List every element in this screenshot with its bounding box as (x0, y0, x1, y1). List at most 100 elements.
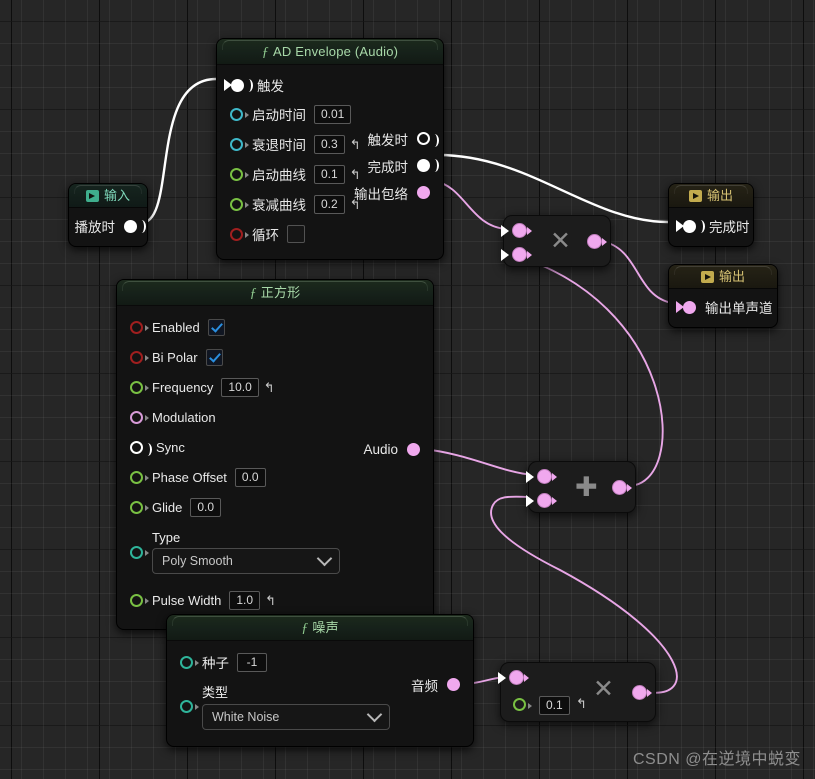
pin-type[interactable] (130, 545, 149, 559)
value-seed[interactable]: -1 (237, 652, 267, 672)
node-square[interactable]: ƒ正方形 Enabled Bi Polar Frequency 10.0 ↰ (116, 279, 434, 630)
select-noise-type[interactable]: White Noise (202, 704, 390, 730)
function-icon: ƒ (301, 621, 309, 636)
pin-frequency[interactable] (130, 380, 149, 394)
node-input[interactable]: 输入 播放时 (68, 183, 148, 247)
node-input-title: 输入 (103, 188, 130, 203)
node-noise-title: 噪声 (312, 620, 339, 635)
audio-pin-noise-audio[interactable] (447, 678, 460, 691)
pin-seed[interactable] (180, 655, 199, 669)
pin-label-on-finish: 完成时 (367, 159, 409, 175)
pin-label-loop: 循环 (252, 228, 279, 243)
reset-icon-pulse-width[interactable]: ↰ (265, 594, 276, 607)
output-arrow-icon (688, 190, 702, 202)
float-input-pin-2[interactable] (513, 698, 532, 711)
checkbox-loop[interactable] (287, 225, 305, 243)
audio-pin-out-envelope[interactable] (417, 186, 430, 199)
pin-label-output-finish: 完成时 (709, 220, 750, 235)
select-type[interactable]: Poly Smooth (152, 548, 340, 574)
wire-arrow-icon-1 (526, 471, 534, 483)
pin-label-out-envelope: 输出包络 (354, 186, 408, 202)
value-frequency[interactable]: 10.0 (221, 377, 259, 397)
value-phase-offset[interactable]: 0.0 (234, 467, 266, 487)
exec-pin-on-trigger[interactable] (417, 132, 439, 147)
node-multiply-top[interactable]: ✕ (501, 215, 611, 267)
pin-row-enabled[interactable]: Enabled (117, 312, 433, 342)
output-arrow-icon (700, 271, 714, 283)
wire-arrow-icon-2 (501, 249, 509, 261)
wire-square-audio-to-add-in1 (422, 448, 534, 476)
pin-row-output-mono[interactable]: 输出单声道 (669, 295, 777, 319)
pin-row-on-trigger[interactable]: 触发时 (217, 125, 443, 152)
wire-exec-finish-to-output (437, 153, 669, 224)
wire-arrow-icon-2 (526, 495, 534, 507)
value-glide[interactable]: 0.0 (190, 497, 222, 517)
exec-pin-on-finish[interactable] (417, 159, 439, 172)
audio-pin-square-audio[interactable] (407, 443, 420, 456)
exec-pin-output-finish[interactable] (683, 219, 705, 233)
audio-output-pin[interactable] (632, 685, 652, 700)
audio-input-pin-1[interactable] (537, 469, 557, 484)
pin-glide[interactable] (130, 500, 149, 514)
audio-input-pin-2[interactable] (512, 247, 532, 262)
node-output-exec[interactable]: 输出 完成时 (668, 183, 754, 247)
node-ad-envelope[interactable]: ƒ AD Envelope (Audio) 触发 启动时间 0.01 衰退时间 0… (216, 38, 444, 260)
node-output-audio[interactable]: 输出 输出单声道 (668, 264, 778, 328)
select-type-value: Poly Smooth (162, 554, 233, 568)
pin-label-play: 播放时 (74, 220, 116, 235)
pin-row-output-finish[interactable]: 完成时 (669, 214, 753, 238)
pin-label-bi-polar: Bi Polar (152, 349, 198, 365)
label-type: Type (152, 530, 181, 545)
reset-icon-multiply-amount[interactable]: ↰ (576, 697, 587, 710)
pin-row-glide[interactable]: Glide 0.0 (117, 492, 433, 522)
exec-pin-play[interactable] (124, 219, 146, 233)
node-multiply-bottom[interactable]: 0.1 ↰ ✕ (498, 662, 656, 722)
pin-row-type[interactable]: Type Poly Smooth (117, 530, 433, 574)
pin-bi-polar[interactable] (130, 350, 149, 364)
reset-icon-frequency[interactable]: ↰ (264, 381, 275, 394)
checkbox-enabled[interactable] (207, 318, 225, 336)
pin-row-square-audio[interactable]: Audio (117, 436, 433, 463)
audio-input-pin-1[interactable] (512, 223, 532, 238)
pin-pulse-width[interactable] (130, 593, 149, 607)
function-icon: ƒ (261, 45, 269, 60)
wire-env-to-multiply-in1 (433, 180, 507, 230)
pin-loop[interactable] (230, 227, 249, 241)
node-graph-canvas[interactable]: 输入 播放时 ƒ AD Envelope (Audio) 触发 启动时间 0.01 (0, 0, 815, 779)
pin-row-on-finish[interactable]: 完成时 (217, 152, 443, 179)
pin-row-modulation[interactable]: Modulation (117, 402, 433, 432)
chevron-down-icon (366, 706, 383, 722)
audio-output-pin[interactable] (587, 234, 607, 249)
value-pulse-width[interactable]: 1.0 (229, 590, 261, 610)
node-add[interactable]: ✚ (526, 461, 636, 513)
audio-input-pin-1[interactable] (509, 670, 529, 685)
pin-label-enabled: Enabled (152, 319, 200, 335)
exec-pin-trigger[interactable] (231, 78, 253, 92)
wire-arrow-icon-1 (501, 225, 509, 237)
pin-row-frequency[interactable]: Frequency 10.0 ↰ (117, 372, 433, 402)
pin-row-pulse-width[interactable]: Pulse Width 1.0 ↰ (117, 585, 433, 615)
pin-attack-time[interactable] (230, 107, 249, 121)
pin-noise-type[interactable] (180, 699, 199, 713)
pin-row-play[interactable]: 播放时 (69, 214, 147, 238)
wire-arrow-icon-1 (498, 672, 506, 684)
audio-input-pin-2[interactable] (537, 493, 557, 508)
pin-modulation[interactable] (130, 410, 149, 424)
node-noise[interactable]: ƒ 噪声 种子 -1 类型 White Noise 音频 (166, 614, 474, 747)
audio-pin-output-mono[interactable] (683, 300, 696, 314)
node-output-audio-header: 输出 (669, 265, 777, 289)
pin-row-loop[interactable]: 循环 (217, 219, 443, 249)
value-attack-time[interactable]: 0.01 (314, 104, 352, 124)
checkbox-bi-polar[interactable] (205, 348, 223, 366)
pin-row-noise-audio[interactable]: 音频 (167, 671, 473, 698)
pin-row-phase-offset[interactable]: Phase Offset 0.0 (117, 462, 433, 492)
value-multiply-amount[interactable]: 0.1 (539, 696, 570, 715)
node-ad-envelope-title: AD Envelope (Audio) (273, 44, 399, 59)
pin-phase-offset[interactable] (130, 470, 149, 484)
pin-row-bi-polar[interactable]: Bi Polar (117, 342, 433, 372)
pin-enabled[interactable] (130, 320, 149, 334)
audio-output-pin[interactable] (612, 480, 632, 495)
pin-row-out-envelope[interactable]: 输出包络 (217, 179, 443, 206)
pin-row-trigger[interactable]: 触发 (217, 71, 443, 99)
plus-icon: ✚ (575, 472, 598, 502)
